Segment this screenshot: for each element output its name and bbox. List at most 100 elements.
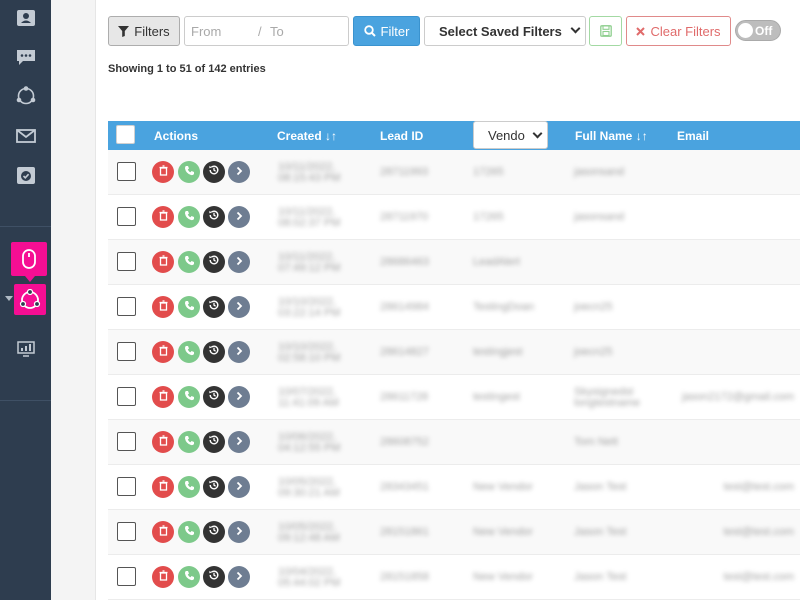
contact-card-icon[interactable] bbox=[0, 3, 51, 33]
filter-button[interactable]: Filter bbox=[353, 16, 420, 46]
row-checkbox[interactable] bbox=[117, 342, 136, 361]
phone-icon bbox=[184, 388, 195, 406]
chat-icon[interactable] bbox=[0, 42, 51, 72]
table-row[interactable]: 10/11/2022, 08:15:43 PM 28711993 17265 jason… bbox=[108, 150, 800, 195]
history-button[interactable] bbox=[203, 431, 225, 453]
call-button[interactable] bbox=[178, 296, 200, 318]
call-button[interactable] bbox=[178, 566, 200, 588]
table-row[interactable]: 10/07/2022, 11:41:09 AM 28611728 testingest… bbox=[108, 375, 800, 420]
chevron-right-icon bbox=[234, 343, 244, 361]
call-button[interactable] bbox=[178, 161, 200, 183]
table-row[interactable]: 10/05/2022, 09:30:21 AM 28343451 New Vendor… bbox=[108, 465, 800, 510]
view-lead-button[interactable] bbox=[228, 161, 250, 183]
mouse-icon[interactable] bbox=[11, 242, 47, 276]
history-button[interactable] bbox=[203, 161, 225, 183]
row-checkbox[interactable] bbox=[117, 567, 136, 586]
delete-button[interactable] bbox=[152, 161, 174, 183]
row-checkbox[interactable] bbox=[117, 477, 136, 496]
select-all-checkbox[interactable] bbox=[116, 125, 135, 144]
column-created[interactable]: Created ↓↑ bbox=[277, 129, 337, 143]
filters-button[interactable]: Filters bbox=[108, 16, 180, 46]
monitor-chart-icon[interactable] bbox=[0, 334, 51, 364]
view-lead-button[interactable] bbox=[228, 206, 250, 228]
trash-icon bbox=[158, 298, 169, 316]
view-lead-button[interactable] bbox=[228, 521, 250, 543]
delete-button[interactable] bbox=[152, 206, 174, 228]
view-lead-button[interactable] bbox=[228, 476, 250, 498]
vendor-cell: TestingDoan bbox=[473, 301, 535, 313]
table-row[interactable]: 10/04/2022, 05:44:02 PM 28151858 New Vendor… bbox=[108, 555, 800, 600]
view-lead-button[interactable] bbox=[228, 566, 250, 588]
history-button[interactable] bbox=[203, 251, 225, 273]
created-date: 10/04/2022, bbox=[278, 566, 337, 578]
row-checkbox[interactable] bbox=[117, 207, 136, 226]
expand-caret-icon[interactable] bbox=[5, 296, 13, 301]
trash-icon bbox=[158, 433, 169, 451]
view-lead-button[interactable] bbox=[228, 386, 250, 408]
delete-button[interactable] bbox=[152, 431, 174, 453]
trash-icon bbox=[158, 253, 169, 271]
table-row[interactable]: 10/06/2022, 04:12:55 PM 28608752 Tom Nett bbox=[108, 420, 800, 465]
network-icon[interactable] bbox=[0, 81, 51, 111]
task-check-icon[interactable] bbox=[0, 160, 51, 190]
history-button[interactable] bbox=[203, 521, 225, 543]
full-name-cell: Tom Nett bbox=[574, 436, 619, 448]
to-date-field[interactable]: To bbox=[270, 24, 284, 39]
row-checkbox[interactable] bbox=[117, 522, 136, 541]
view-lead-button[interactable] bbox=[228, 431, 250, 453]
delete-button[interactable] bbox=[152, 386, 174, 408]
history-button[interactable] bbox=[203, 206, 225, 228]
row-checkbox[interactable] bbox=[117, 252, 136, 271]
trash-icon bbox=[158, 163, 169, 181]
save-filter-button[interactable] bbox=[589, 16, 622, 46]
view-lead-button[interactable] bbox=[228, 251, 250, 273]
call-button[interactable] bbox=[178, 386, 200, 408]
row-checkbox[interactable] bbox=[117, 387, 136, 406]
call-button[interactable] bbox=[178, 521, 200, 543]
delete-button[interactable] bbox=[152, 251, 174, 273]
phone-icon bbox=[184, 523, 195, 541]
off-toggle[interactable]: Off bbox=[735, 20, 781, 41]
history-button[interactable] bbox=[203, 341, 225, 363]
table-row[interactable]: 10/10/2022, 02:58:10 PM 28614827 testingjes… bbox=[108, 330, 800, 375]
saved-filters-select[interactable]: Select Saved Filters bbox=[424, 16, 586, 46]
delete-button[interactable] bbox=[152, 521, 174, 543]
delete-button[interactable] bbox=[152, 296, 174, 318]
created-time: 04:12:55 PM bbox=[278, 442, 341, 454]
chevron-right-icon bbox=[234, 298, 244, 316]
table-row[interactable]: 10/05/2022, 09:12:48 AM 28151861 New Vendor… bbox=[108, 510, 800, 555]
call-button[interactable] bbox=[178, 251, 200, 273]
date-range-input[interactable]: From / To bbox=[184, 16, 349, 46]
call-button[interactable] bbox=[178, 206, 200, 228]
vendor-column-select[interactable]: Vendo bbox=[473, 121, 548, 149]
from-date-field[interactable]: From bbox=[191, 24, 221, 39]
row-checkbox[interactable] bbox=[117, 162, 136, 181]
delete-button[interactable] bbox=[152, 566, 174, 588]
history-button[interactable] bbox=[203, 476, 225, 498]
view-lead-button[interactable] bbox=[228, 296, 250, 318]
row-checkbox[interactable] bbox=[117, 297, 136, 316]
call-button[interactable] bbox=[178, 341, 200, 363]
phone-icon bbox=[184, 208, 195, 226]
call-button[interactable] bbox=[178, 431, 200, 453]
phone-icon bbox=[184, 343, 195, 361]
call-button[interactable] bbox=[178, 476, 200, 498]
hub-icon[interactable] bbox=[14, 284, 46, 315]
history-button[interactable] bbox=[203, 296, 225, 318]
column-email: Email bbox=[677, 129, 710, 143]
lead-id-cell: 28608752 bbox=[380, 436, 429, 448]
mail-icon[interactable] bbox=[0, 121, 51, 151]
table-row[interactable]: 10/10/2022, 03:22:14 PM 28614984 TestingDoa… bbox=[108, 285, 800, 330]
delete-button[interactable] bbox=[152, 476, 174, 498]
delete-button[interactable] bbox=[152, 341, 174, 363]
table-row[interactable]: 10/11/2022, 08:02:37 PM 28711970 17265 jason… bbox=[108, 195, 800, 240]
history-button[interactable] bbox=[203, 386, 225, 408]
row-checkbox[interactable] bbox=[117, 432, 136, 451]
view-lead-button[interactable] bbox=[228, 341, 250, 363]
phone-icon bbox=[184, 568, 195, 586]
created-time: 05:44:02 PM bbox=[278, 577, 341, 589]
clear-filters-button[interactable]: Clear Filters bbox=[626, 16, 731, 46]
history-button[interactable] bbox=[203, 566, 225, 588]
table-row[interactable]: 10/11/2022, 07:49:12 PM 28686463 LeadAlert bbox=[108, 240, 800, 285]
column-full-name[interactable]: Full Name ↓↑ bbox=[575, 129, 648, 143]
